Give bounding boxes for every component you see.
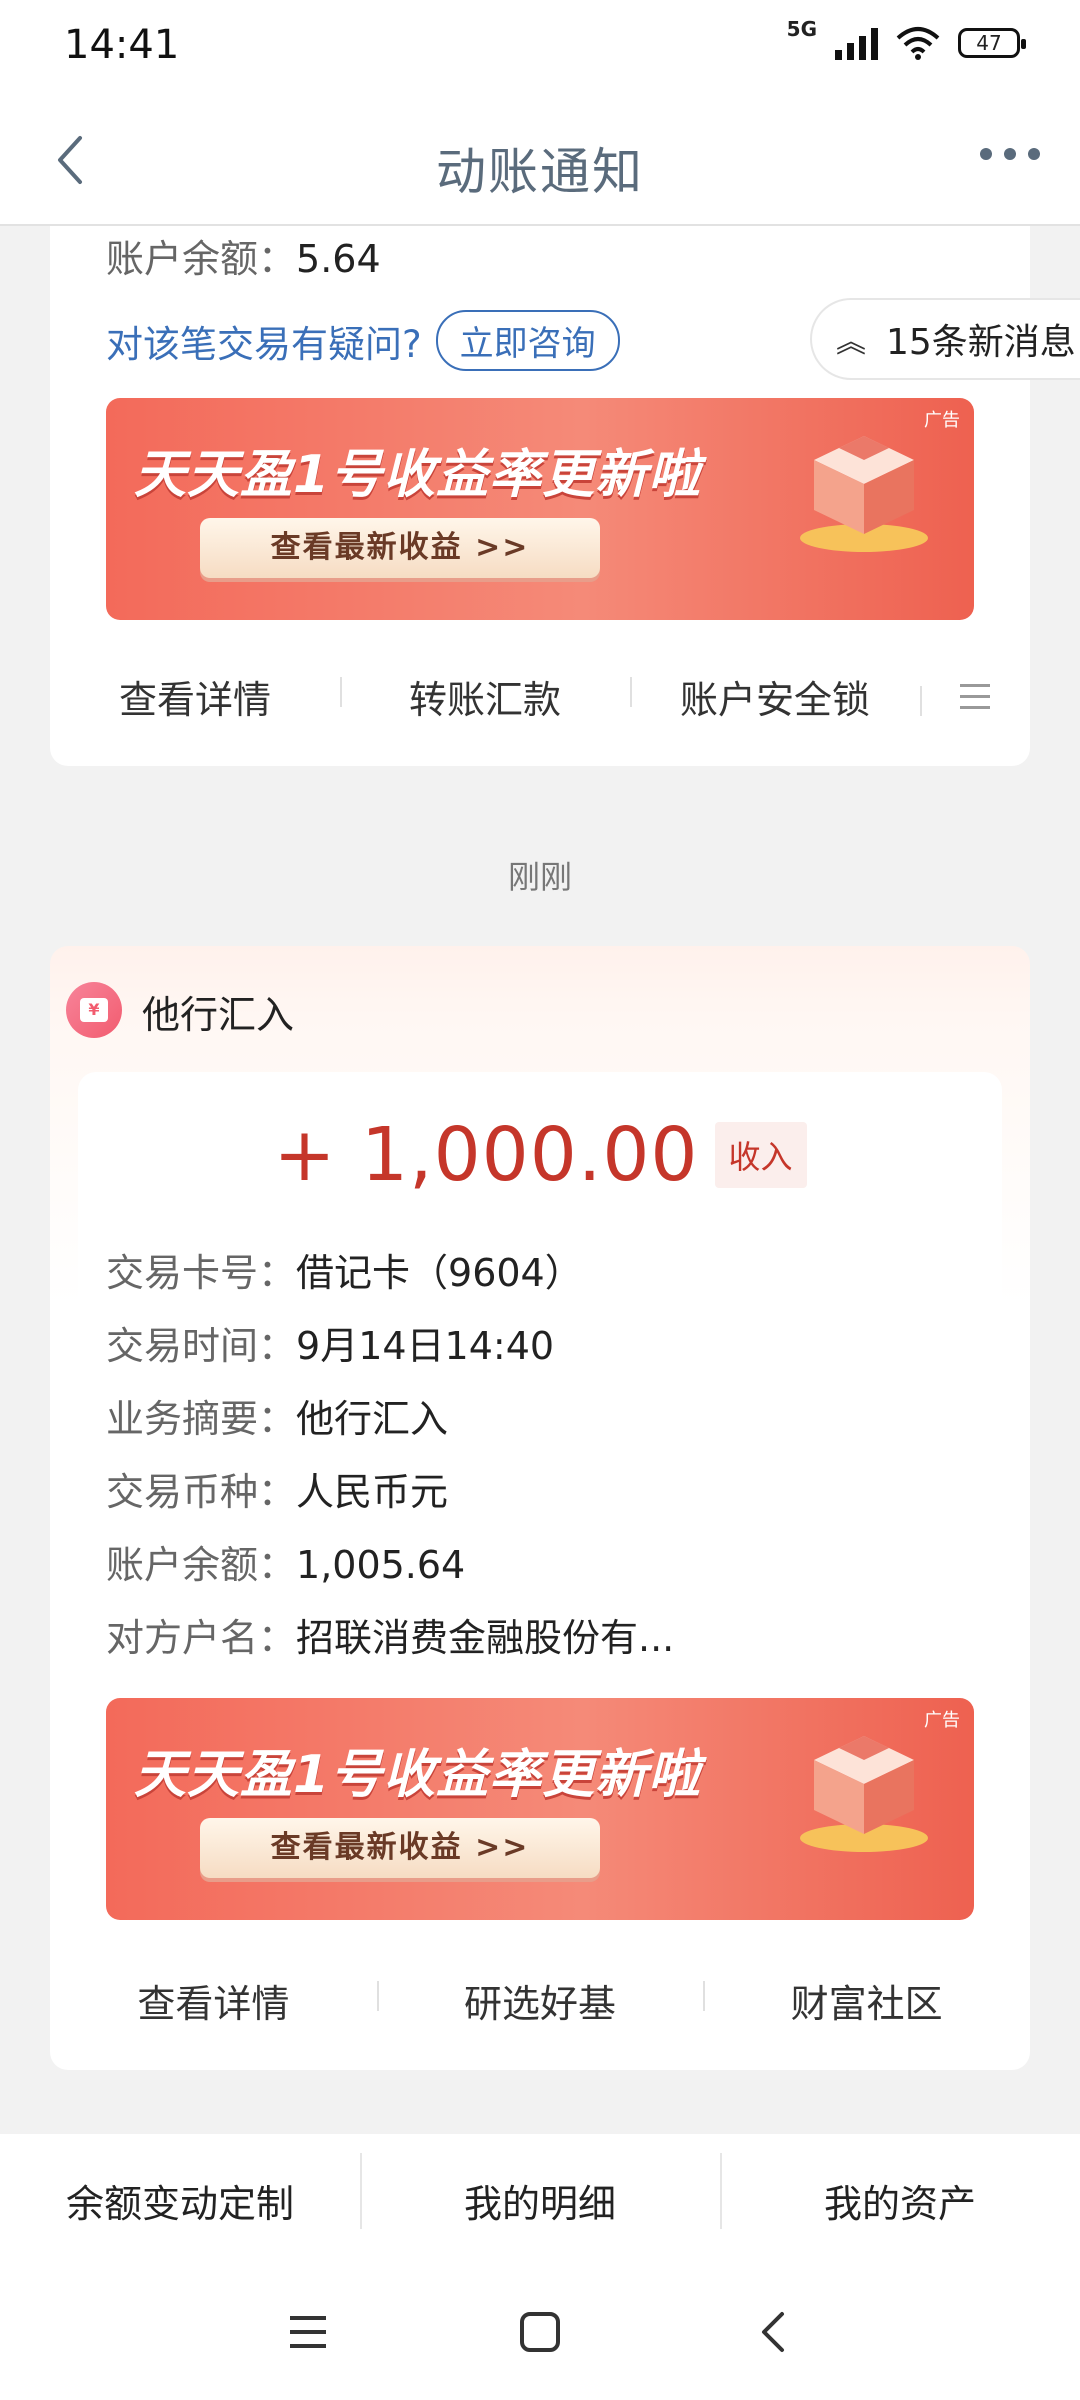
field-label: 账户余额： [106,1543,297,1587]
wealth-community-button[interactable]: 财富社区 [703,1973,1030,2028]
field-label: 交易币种： [106,1470,297,1514]
amount-row: + 1,000.00 收入 [78,1112,1002,1198]
detail-row-counterparty: 对方户名：招联消费金融股份有... [106,1607,674,1662]
transaction-amount: + 1,000.00 [273,1112,699,1198]
field-value: 1,005.64 [296,1543,466,1587]
wifi-icon [896,27,940,60]
transaction-type-title: 他行汇入 [142,993,295,1037]
field-value: 招联消费金融股份有... [296,1616,675,1660]
detail-row-card-number: 交易卡号：借记卡（9604） [106,1242,583,1297]
tab-my-assets[interactable]: 我的资产 [720,2152,1080,2229]
detail-row-time: 交易时间：9月14日14:40 [106,1315,554,1370]
detail-row-summary: 业务摘要：他行汇入 [106,1388,448,1443]
field-label: 业务摘要： [106,1397,297,1441]
account-lock-button[interactable]: 账户安全锁 [630,669,920,724]
field-value: 人民币元 [296,1470,449,1514]
yen-card-icon: ¥ [66,982,122,1038]
new-messages-label: 15条新消息 [886,322,1076,363]
notification-card-current: ¥ 他行汇入 + 1,000.00 收入 交易卡号：借记卡（9604） 交易时间… [50,946,1030,2070]
network-type: 5G [786,17,817,41]
card-detail-panel: 账户余额：5.64 对该笔交易有疑问? 立即咨询 广告 天天盈1号收益率更新啦 … [78,226,1002,622]
recent-apps-icon[interactable] [286,2310,330,2354]
field-value: 5.64 [296,237,381,281]
back-icon[interactable] [752,2310,796,2354]
new-messages-pill[interactable]: ︽ 15条新消息 [810,298,1080,380]
status-time: 14:41 [64,22,180,68]
cube-graphic-icon [800,1736,928,1852]
ad-headline: 天天盈1号收益率更新啦 [134,1745,702,1805]
more-options-icon[interactable] [980,148,1040,160]
field-value: 借记卡（9604） [296,1251,583,1295]
battery-icon: 47 [958,28,1026,58]
ad-cta-button[interactable]: 查看最新收益 >> [200,1818,600,1878]
card-detail-panel: + 1,000.00 收入 交易卡号：借记卡（9604） 交易时间：9月14日1… [78,1072,1002,1922]
income-badge: 收入 [714,1122,807,1188]
status-bar: 14:41 5G 47 [0,0,1080,96]
status-icons: 5G 47 [787,17,1026,60]
detail-row-balance: 账户余额：1,005.64 [106,1534,465,1589]
ad-headline: 天天盈1号收益率更新啦 [134,445,702,505]
card-actions: 查看详情 研选好基 财富社区 [50,1972,1030,2028]
signal-icon [835,26,878,60]
query-link[interactable]: 对该笔交易有疑问? [106,314,422,368]
detail-row-currency: 交易币种：人民币元 [106,1461,448,1516]
field-value: 他行汇入 [296,1397,449,1441]
card-actions: 查看详情 转账汇款 账户安全锁 [50,668,1030,724]
fund-picks-button[interactable]: 研选好基 [376,1973,704,2028]
view-details-button[interactable]: 查看详情 [50,1973,377,2028]
ad-banner[interactable]: 广告 天天盈1号收益率更新啦 查看最新收益 >> [106,1698,974,1920]
cube-graphic-icon [800,436,928,552]
bottom-tab-bar: 余额变动定制 我的明细 我的资产 [0,2134,1080,2266]
field-value: 9月14日14:40 [296,1324,555,1368]
field-label: 交易时间： [106,1324,297,1368]
system-nav-bar [0,2266,1080,2400]
ad-banner[interactable]: 广告 天天盈1号收益率更新啦 查看最新收益 >> [106,398,974,620]
field-label: 账户余额： [106,237,297,281]
page-title: 动账通知 [436,143,644,201]
home-icon[interactable] [518,2310,562,2354]
field-label: 交易卡号： [106,1251,297,1295]
transaction-query-row: 对该笔交易有疑问? 立即咨询 [106,310,620,371]
time-separator: 刚刚 [507,858,572,896]
ad-cta-button[interactable]: 查看最新收益 >> [200,518,600,578]
view-details-button[interactable]: 查看详情 [50,669,340,724]
nav-bar: 动账通知 [0,96,1080,226]
field-label: 对方户名： [106,1616,297,1660]
tab-my-details[interactable]: 我的明细 [360,2152,720,2229]
hamburger-menu-icon[interactable] [920,683,1030,716]
consult-button[interactable]: 立即咨询 [435,310,620,371]
transfer-button[interactable]: 转账汇款 [340,669,630,724]
double-chevron-up-icon: ︽ [836,325,866,360]
tab-balance-alert-settings[interactable]: 余额变动定制 [0,2173,360,2228]
balance-row: 账户余额：5.64 [106,228,381,283]
